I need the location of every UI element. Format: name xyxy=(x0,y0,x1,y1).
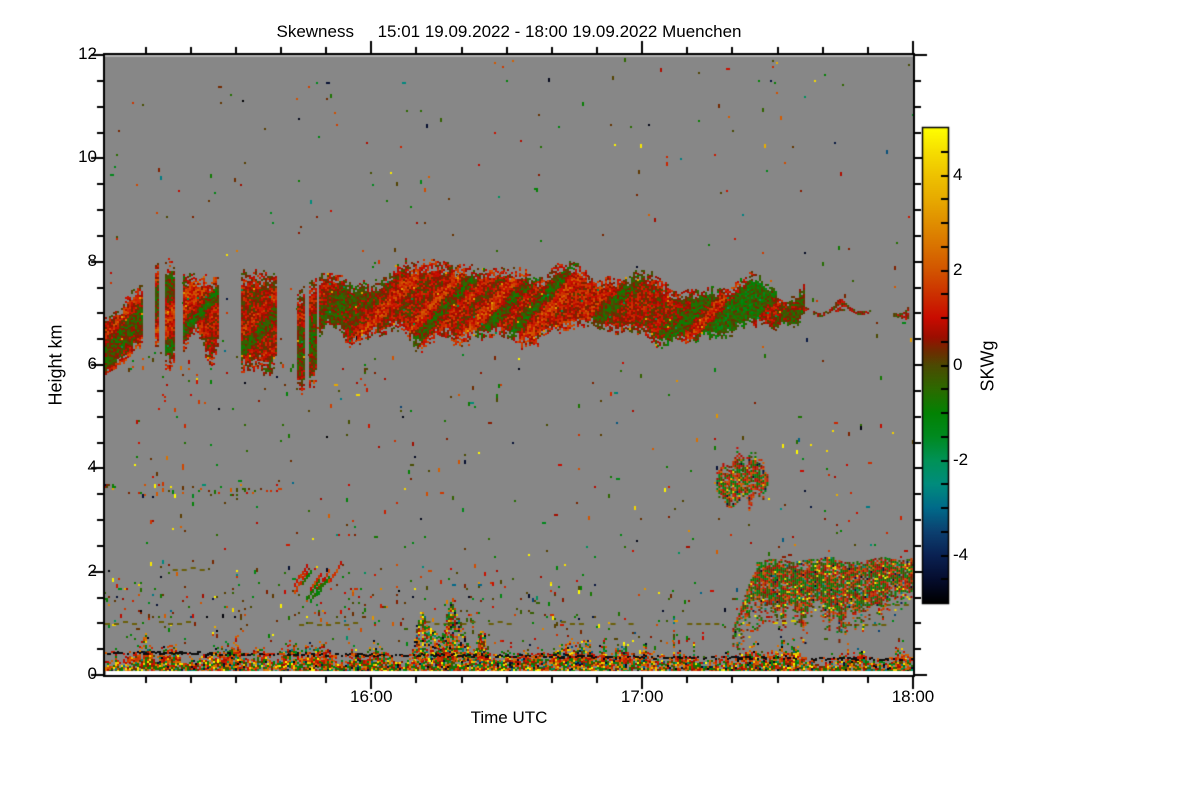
colorbar-tick-label: -2 xyxy=(953,449,969,469)
y-tick-label: 4 xyxy=(87,457,97,477)
y-tick-label: 6 xyxy=(87,354,97,373)
x-tick-label: 16:00 xyxy=(350,687,393,706)
heatmap-canvas xyxy=(0,0,1200,800)
y-tick-label: 12 xyxy=(78,44,97,63)
colorbar-tick-label: 2 xyxy=(953,259,963,279)
x-tick-label: 17:00 xyxy=(620,687,664,706)
y-tick-label: 0 xyxy=(87,664,97,683)
y-tick-label: 10 xyxy=(78,147,97,167)
colorbar-tick-label: -4 xyxy=(953,544,969,564)
y-tick-label: 2 xyxy=(87,560,97,580)
chart-title: Skewness 15:01 19.09.2022 - 18:00 19.09.… xyxy=(276,22,742,41)
colorbar-tick-label: 4 xyxy=(953,164,963,184)
colorbar-tick-label: 0 xyxy=(953,354,963,374)
x-axis-label: Time UTC xyxy=(470,708,548,727)
skewness-heatmap-figure: Skewness 15:01 19.09.2022 - 18:00 19.09.… xyxy=(0,0,1200,800)
x-tick-label: 18:00 xyxy=(891,687,935,706)
y-tick-label: 8 xyxy=(87,250,97,270)
